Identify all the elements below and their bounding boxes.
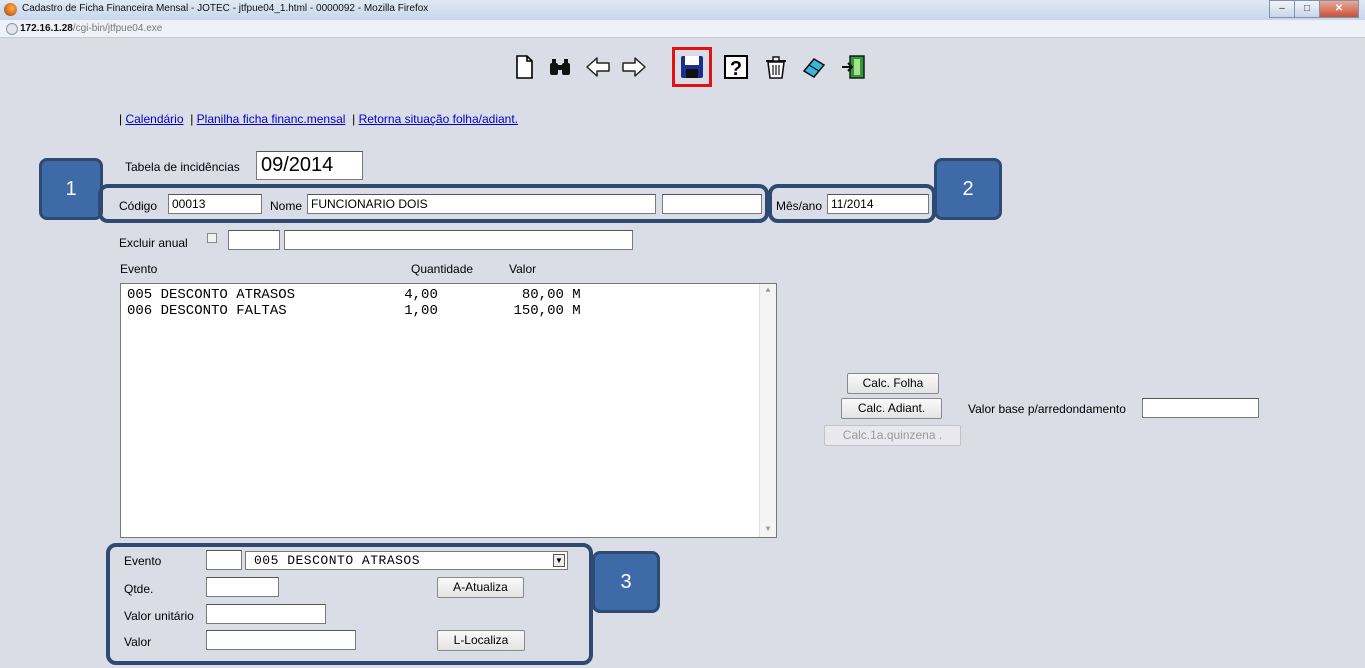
chevron-down-icon[interactable]: ▼ bbox=[553, 554, 565, 567]
maximize-button[interactable]: □ bbox=[1294, 0, 1320, 18]
minimize-button[interactable]: – bbox=[1269, 0, 1295, 18]
url-path: /cgi-bin/jtfpue04.exe bbox=[72, 23, 163, 34]
mes-ano-field[interactable]: 11/2014 bbox=[827, 194, 929, 214]
eraser-icon[interactable] bbox=[798, 50, 830, 84]
excluir-field-1[interactable] bbox=[228, 230, 280, 250]
callout-badge-1: 1 bbox=[39, 158, 103, 220]
valor-base-label: Valor base p/arredondamento bbox=[968, 402, 1126, 416]
excluir-anual-checkbox[interactable] bbox=[207, 233, 217, 243]
nome-field[interactable]: FUNCIONARIO DOIS bbox=[307, 194, 656, 214]
scroll-down-icon[interactable]: ▼ bbox=[760, 523, 776, 537]
callout-badge-3: 3 bbox=[592, 551, 660, 613]
codigo-field[interactable]: 00013 bbox=[168, 194, 262, 214]
nome-label: Nome bbox=[270, 199, 303, 213]
link-calendario[interactable]: Calendário bbox=[125, 112, 183, 126]
callout-badge-2: 2 bbox=[934, 158, 1002, 220]
window-title: Cadastro de Ficha Financeira Mensal - JO… bbox=[22, 3, 429, 14]
calc-folha-button[interactable]: Calc. Folha bbox=[847, 373, 939, 394]
address-bar[interactable]: 172.16.1.28/cgi-bin/jtfpue04.exe bbox=[0, 20, 1365, 38]
help-icon[interactable]: ? bbox=[720, 50, 752, 84]
evento-label: Evento bbox=[124, 554, 162, 568]
svg-text:?: ? bbox=[730, 58, 742, 80]
excluir-anual-label: Excluir anual bbox=[119, 236, 188, 250]
exit-door-icon[interactable] bbox=[838, 50, 870, 84]
link-retorna-situacao[interactable]: Retorna situação folha/adiant. bbox=[359, 112, 518, 126]
header-valor: Valor bbox=[509, 262, 537, 276]
window-controls: – □ ✕ bbox=[1269, 0, 1359, 18]
excluir-field-2[interactable] bbox=[284, 230, 633, 250]
evento-select[interactable]: 005 DESCONTO ATRASOS ▼ bbox=[245, 551, 568, 570]
codigo-label: Código bbox=[119, 199, 158, 213]
arrow-right-icon[interactable] bbox=[618, 50, 650, 84]
url-text: 172.16.1.28/cgi-bin/jtfpue04.exe bbox=[20, 23, 162, 34]
calc-adiant-button[interactable]: Calc. Adiant. bbox=[841, 398, 942, 419]
save-floppy-icon[interactable] bbox=[672, 47, 712, 87]
valor-label: Valor bbox=[124, 635, 152, 649]
globe-icon bbox=[6, 23, 18, 35]
events-listbox[interactable]: 005 DESCONTO ATRASOS 4,00 80,00 M 006 DE… bbox=[120, 283, 777, 538]
navigation-links: | Calendário | Planilha ficha financ.men… bbox=[119, 112, 519, 126]
calc-quinzena-button[interactable]: Calc.1a.quinzena . bbox=[824, 425, 961, 446]
valor-unitario-label: Valor unitário bbox=[124, 609, 194, 623]
list-item[interactable]: 005 DESCONTO ATRASOS 4,00 80,00 M bbox=[127, 287, 581, 303]
localiza-button[interactable]: L-Localiza bbox=[437, 630, 525, 651]
qtde-label: Qtde. bbox=[124, 582, 154, 596]
tabela-incidencias-label: Tabela de incidências bbox=[125, 160, 240, 174]
url-host: 172.16.1.28 bbox=[20, 23, 73, 34]
window-titlebar: Cadastro de Ficha Financeira Mensal - JO… bbox=[0, 0, 1365, 21]
scroll-up-icon[interactable]: ▲ bbox=[760, 284, 776, 298]
qtde-field[interactable] bbox=[206, 577, 279, 597]
nome-extra-field[interactable] bbox=[662, 194, 762, 214]
header-quantidade: Quantidade bbox=[411, 262, 474, 276]
valor-field[interactable] bbox=[206, 630, 356, 650]
valor-unitario-field[interactable] bbox=[206, 604, 326, 624]
firefox-icon bbox=[4, 3, 17, 16]
link-planilha-ficha[interactable]: Planilha ficha financ.mensal bbox=[197, 112, 346, 126]
binoculars-search-icon[interactable] bbox=[544, 50, 576, 84]
trash-icon[interactable] bbox=[760, 50, 792, 84]
arrow-left-icon[interactable] bbox=[582, 50, 614, 84]
evento-selected-text: 005 DESCONTO ATRASOS bbox=[254, 553, 421, 568]
listbox-scrollbar[interactable]: ▲ ▼ bbox=[759, 284, 776, 537]
evento-code-field[interactable] bbox=[206, 550, 242, 570]
header-evento: Evento bbox=[120, 262, 158, 276]
valor-base-field[interactable] bbox=[1142, 398, 1259, 418]
tabela-incidencias-field[interactable]: 09/2014 bbox=[256, 151, 363, 180]
new-document-icon[interactable] bbox=[508, 50, 540, 84]
close-button[interactable]: ✕ bbox=[1319, 0, 1359, 18]
atualiza-button[interactable]: A-Atualiza bbox=[437, 577, 524, 598]
mes-ano-label: Mês/ano bbox=[776, 199, 823, 213]
list-item[interactable]: 006 DESCONTO FALTAS 1,00 150,00 M bbox=[127, 303, 581, 319]
